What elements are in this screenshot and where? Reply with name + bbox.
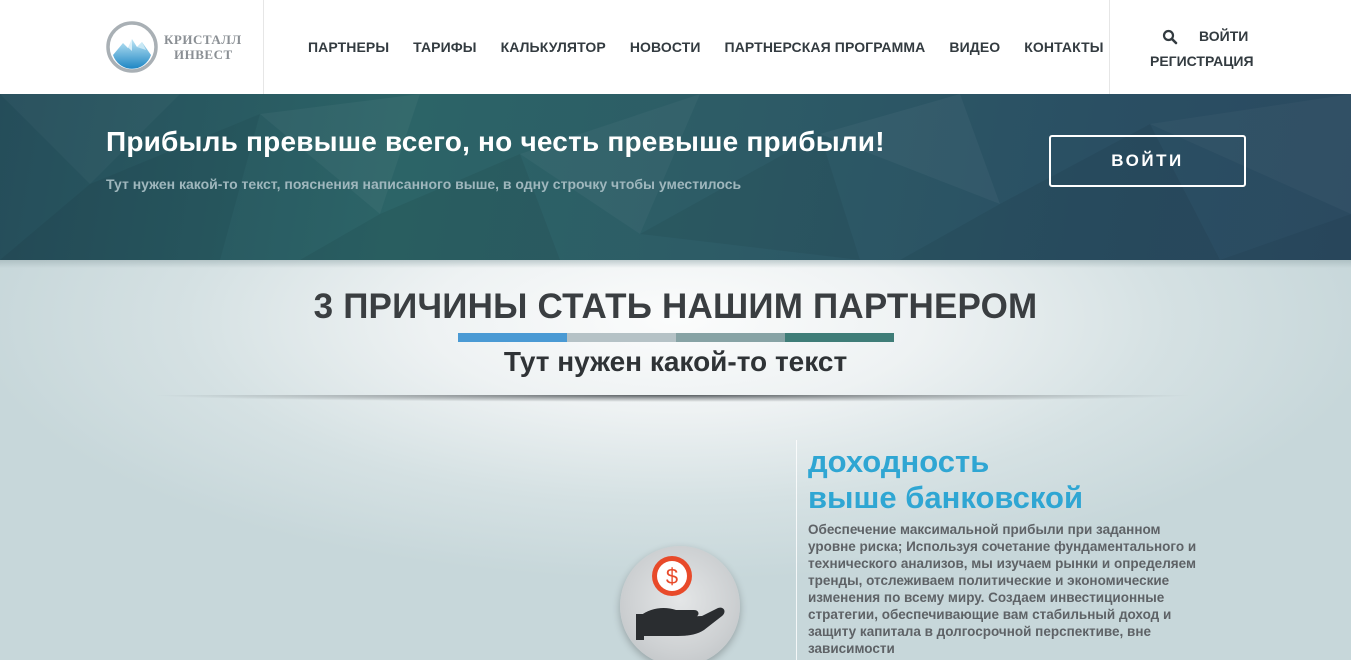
logo-text-line2: ИНВЕСТ xyxy=(174,47,233,62)
section-color-bar xyxy=(458,333,894,342)
section-top-shadow xyxy=(0,260,1351,268)
main-nav: ПАРТНЕРЫ ТАРИФЫ КАЛЬКУЛЯТОР НОВОСТИ ПАРТ… xyxy=(296,36,1116,58)
nav-item-partners[interactable]: ПАРТНЕРЫ xyxy=(296,36,401,58)
feature-title-line1: доходность xyxy=(808,444,990,479)
section-title: 3 ПРИЧИНЫ СТАТЬ НАШИМ ПАРТНЕРОМ xyxy=(313,287,1038,326)
logo[interactable]: КРИСТАЛЛ ИНВЕСТ xyxy=(106,20,256,74)
nav-item-partner-program[interactable]: ПАРТНЕРСКАЯ ПРОГРАММА xyxy=(713,36,938,58)
svg-text:$: $ xyxy=(666,564,678,589)
feature-vertical-line xyxy=(796,440,797,660)
dollar-hand-icon: $ xyxy=(620,546,740,660)
color-bar-segment-1 xyxy=(458,333,567,342)
site-header: КРИСТАЛЛ ИНВЕСТ ПАРТНЕРЫ ТАРИФЫ КАЛЬКУЛЯ… xyxy=(0,0,1351,94)
register-link[interactable]: РЕГИСТРАЦИЯ xyxy=(1150,53,1254,69)
section-subtitle: Тут нужен какой-то текст xyxy=(503,346,848,377)
nav-item-tariffs[interactable]: ТАРИФЫ xyxy=(401,36,488,58)
hero-login-button[interactable]: ВОЙТИ xyxy=(1049,135,1246,187)
feature-description: Обеспечение максимальной прибыли при зад… xyxy=(808,522,1197,656)
color-bar-segment-4 xyxy=(785,333,894,342)
color-bar-segment-3 xyxy=(676,333,785,342)
nav-item-calculator[interactable]: КАЛЬКУЛЯТОР xyxy=(489,36,618,58)
feature-title-line2: выше банковской xyxy=(808,480,1084,515)
hero-banner: Прибыль превыше всего, но честь превыше … xyxy=(0,94,1351,260)
logo-text-line1: КРИСТАЛЛ xyxy=(164,32,242,47)
nav-item-news[interactable]: НОВОСТИ xyxy=(618,36,713,58)
login-link[interactable]: ВОЙТИ xyxy=(1199,28,1248,44)
nav-item-video[interactable]: ВИДЕО xyxy=(937,36,1012,58)
color-bar-segment-2 xyxy=(567,333,676,342)
hero-subtitle: Тут нужен какой-то текст, пояснения напи… xyxy=(106,176,742,192)
search-icon[interactable] xyxy=(1162,29,1180,47)
feature-title: доходность выше банковской xyxy=(808,444,1083,516)
nav-item-contacts[interactable]: КОНТАКТЫ xyxy=(1012,36,1115,58)
header-divider-left xyxy=(263,0,264,94)
account-links: ВОЙТИ РЕГИСТРАЦИЯ xyxy=(1150,26,1260,76)
hero-title: Прибыль превыше всего, но честь превыше … xyxy=(106,126,885,157)
crystal-logo-icon xyxy=(106,21,158,73)
section-divider-shadow xyxy=(150,395,1195,411)
